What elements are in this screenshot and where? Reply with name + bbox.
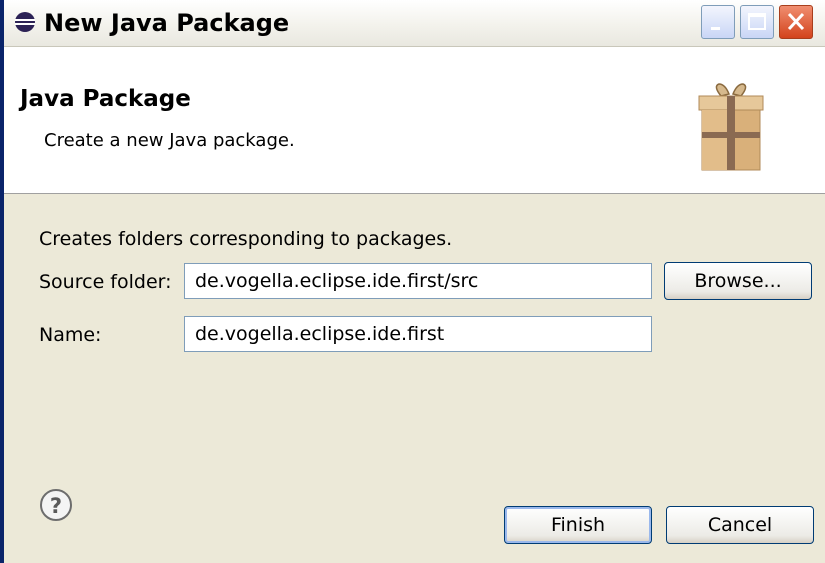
browse-button[interactable]: Browse...	[664, 262, 812, 300]
package-icon	[698, 83, 764, 171]
minimize-button[interactable]	[701, 5, 735, 39]
finish-button[interactable]: Finish	[504, 506, 652, 544]
eclipse-icon	[15, 12, 35, 32]
source-folder-input[interactable]	[184, 263, 652, 299]
maximize-icon	[748, 13, 766, 30]
window-title: New Java Package	[44, 9, 290, 37]
help-icon[interactable]: ?	[39, 488, 73, 522]
source-folder-label: Source folder:	[39, 271, 172, 293]
new-java-package-dialog: New Java Package Java Package Create a n…	[0, 0, 825, 563]
minimize-icon	[711, 27, 720, 30]
close-button[interactable]	[779, 5, 813, 39]
info-text: Creates folders corresponding to package…	[39, 228, 453, 250]
maximize-button[interactable]	[740, 5, 774, 39]
cancel-button[interactable]: Cancel	[666, 506, 814, 544]
title-bar[interactable]: New Java Package	[4, 0, 825, 47]
close-icon	[787, 12, 805, 31]
svg-text:?: ?	[50, 494, 62, 518]
name-input[interactable]	[184, 316, 652, 352]
banner-title: Java Package	[20, 86, 191, 112]
name-label: Name:	[39, 324, 102, 346]
banner-description: Create a new Java package.	[44, 130, 295, 151]
